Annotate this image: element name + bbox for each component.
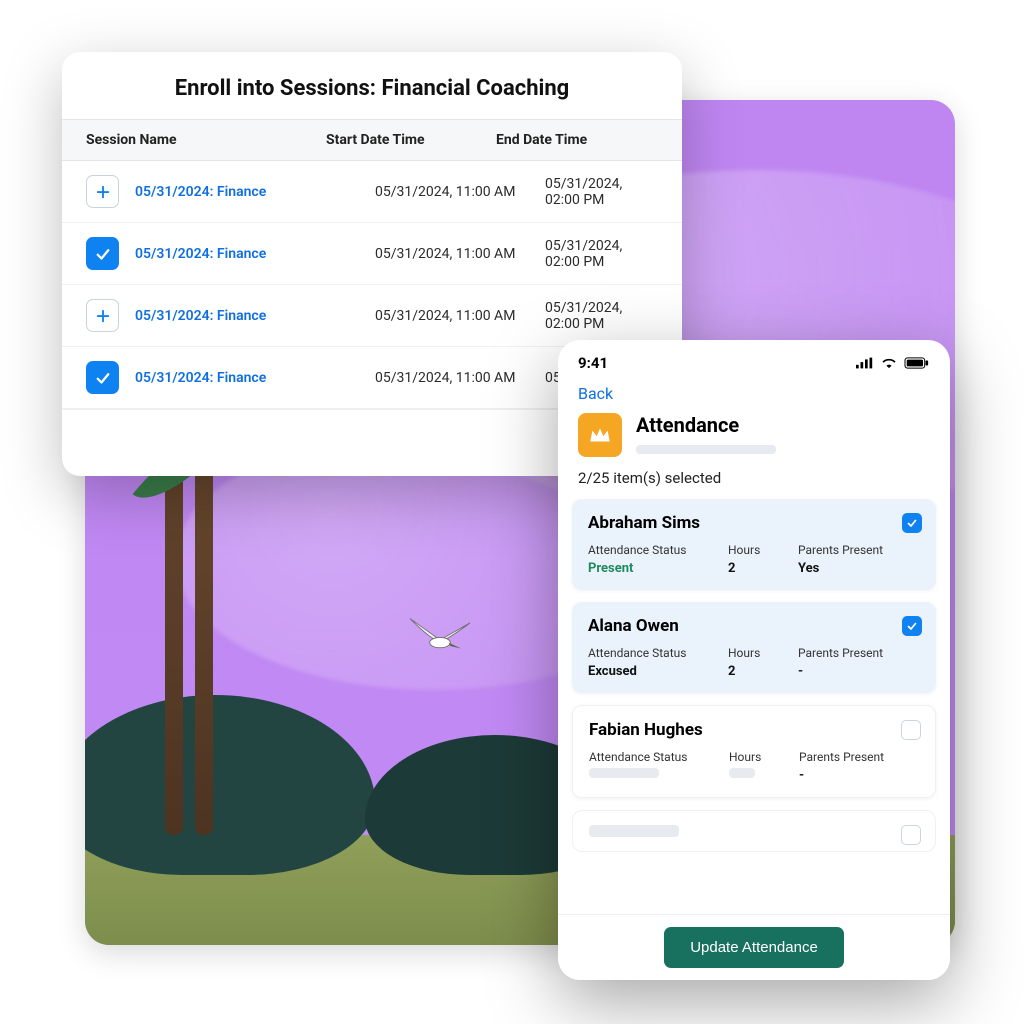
- attendee-name: Fabian Hughes: [589, 720, 919, 740]
- attendee-card[interactable]: Abraham Sims Attendance Status Present H…: [572, 499, 936, 590]
- session-link[interactable]: 05/31/2024: Finance: [135, 184, 266, 200]
- end-time: 05/31/2024, 02:00 PM: [545, 238, 658, 270]
- selection-count: 2/25 item(s) selected: [558, 461, 950, 499]
- selected-session-icon[interactable]: [86, 361, 119, 394]
- subtitle-placeholder: [636, 445, 776, 454]
- start-time: 05/31/2024, 11:00 AM: [375, 246, 545, 262]
- table-row: 05/31/2024: Finance 05/31/2024, 11:00 AM…: [62, 223, 682, 285]
- parents-value: -: [798, 664, 920, 679]
- selected-session-icon[interactable]: [86, 237, 119, 270]
- col-header-end: End Date Time: [496, 132, 658, 148]
- attendee-checkbox[interactable]: [901, 825, 921, 845]
- attendee-checkbox[interactable]: [901, 720, 921, 740]
- session-link[interactable]: 05/31/2024: Finance: [135, 370, 266, 386]
- hours-value: 2: [728, 561, 798, 576]
- status-label: Attendance Status: [589, 750, 729, 764]
- add-session-icon[interactable]: [86, 299, 119, 332]
- attendee-card[interactable]: [572, 810, 936, 852]
- hours-label: Hours: [729, 750, 799, 764]
- add-session-icon[interactable]: [86, 175, 119, 208]
- attendance-crown-icon: [578, 413, 622, 457]
- start-time: 05/31/2024, 11:00 AM: [375, 184, 545, 200]
- attendee-checkbox[interactable]: [902, 616, 922, 636]
- attendee-card[interactable]: Fabian Hughes Attendance Status Hours Pa…: [572, 705, 936, 798]
- status-label: Attendance Status: [588, 646, 728, 660]
- bird-illustration: [395, 610, 485, 670]
- attendee-name: Alana Owen: [588, 616, 920, 636]
- attendee-checkbox[interactable]: [902, 513, 922, 533]
- status-label: Attendance Status: [588, 543, 728, 557]
- signal-icon: [856, 357, 874, 369]
- wifi-icon: [880, 357, 898, 369]
- table-row: 05/31/2024: Finance 05/31/2024, 11:00 AM…: [62, 161, 682, 223]
- session-link[interactable]: 05/31/2024: Finance: [135, 246, 266, 262]
- battery-icon: [904, 357, 930, 369]
- attendee-card[interactable]: Alana Owen Attendance Status Excused Hou…: [572, 602, 936, 693]
- back-link[interactable]: Back: [558, 380, 950, 413]
- parents-label: Parents Present: [798, 543, 920, 557]
- end-time: 05/31/2024, 02:00 PM: [545, 300, 658, 332]
- update-attendance-button[interactable]: Update Attendance: [664, 927, 844, 968]
- page-title: Attendance: [636, 413, 776, 437]
- attendee-name: Abraham Sims: [588, 513, 920, 533]
- status-time: 9:41: [578, 354, 608, 372]
- name-placeholder: [589, 825, 679, 837]
- col-header-start: Start Date Time: [326, 132, 496, 148]
- end-time: 05/31/2024, 02:00 PM: [545, 176, 658, 208]
- hours-label: Hours: [728, 543, 798, 557]
- hours-placeholder: [729, 768, 755, 778]
- hours-label: Hours: [728, 646, 798, 660]
- dialog-title: Enroll into Sessions: Financial Coaching: [62, 52, 682, 119]
- parents-value: Yes: [798, 561, 920, 576]
- start-time: 05/31/2024, 11:00 AM: [375, 370, 545, 386]
- hours-value: 2: [728, 664, 798, 679]
- status-value: Excused: [588, 664, 728, 679]
- table-row: 05/31/2024: Finance 05/31/2024, 11:00 AM…: [62, 285, 682, 347]
- mobile-attendance-screen: 9:41 Back Attendance 2/25 item(s) select…: [558, 340, 950, 980]
- session-link[interactable]: 05/31/2024: Finance: [135, 308, 266, 324]
- parents-label: Parents Present: [798, 646, 920, 660]
- status-value: Present: [588, 561, 728, 576]
- col-header-session: Session Name: [86, 132, 326, 148]
- parents-value: -: [799, 768, 919, 783]
- status-placeholder: [589, 768, 659, 778]
- table-header-row: Session Name Start Date Time End Date Ti…: [62, 119, 682, 161]
- start-time: 05/31/2024, 11:00 AM: [375, 308, 545, 324]
- parents-label: Parents Present: [799, 750, 919, 764]
- status-bar: 9:41: [558, 340, 950, 380]
